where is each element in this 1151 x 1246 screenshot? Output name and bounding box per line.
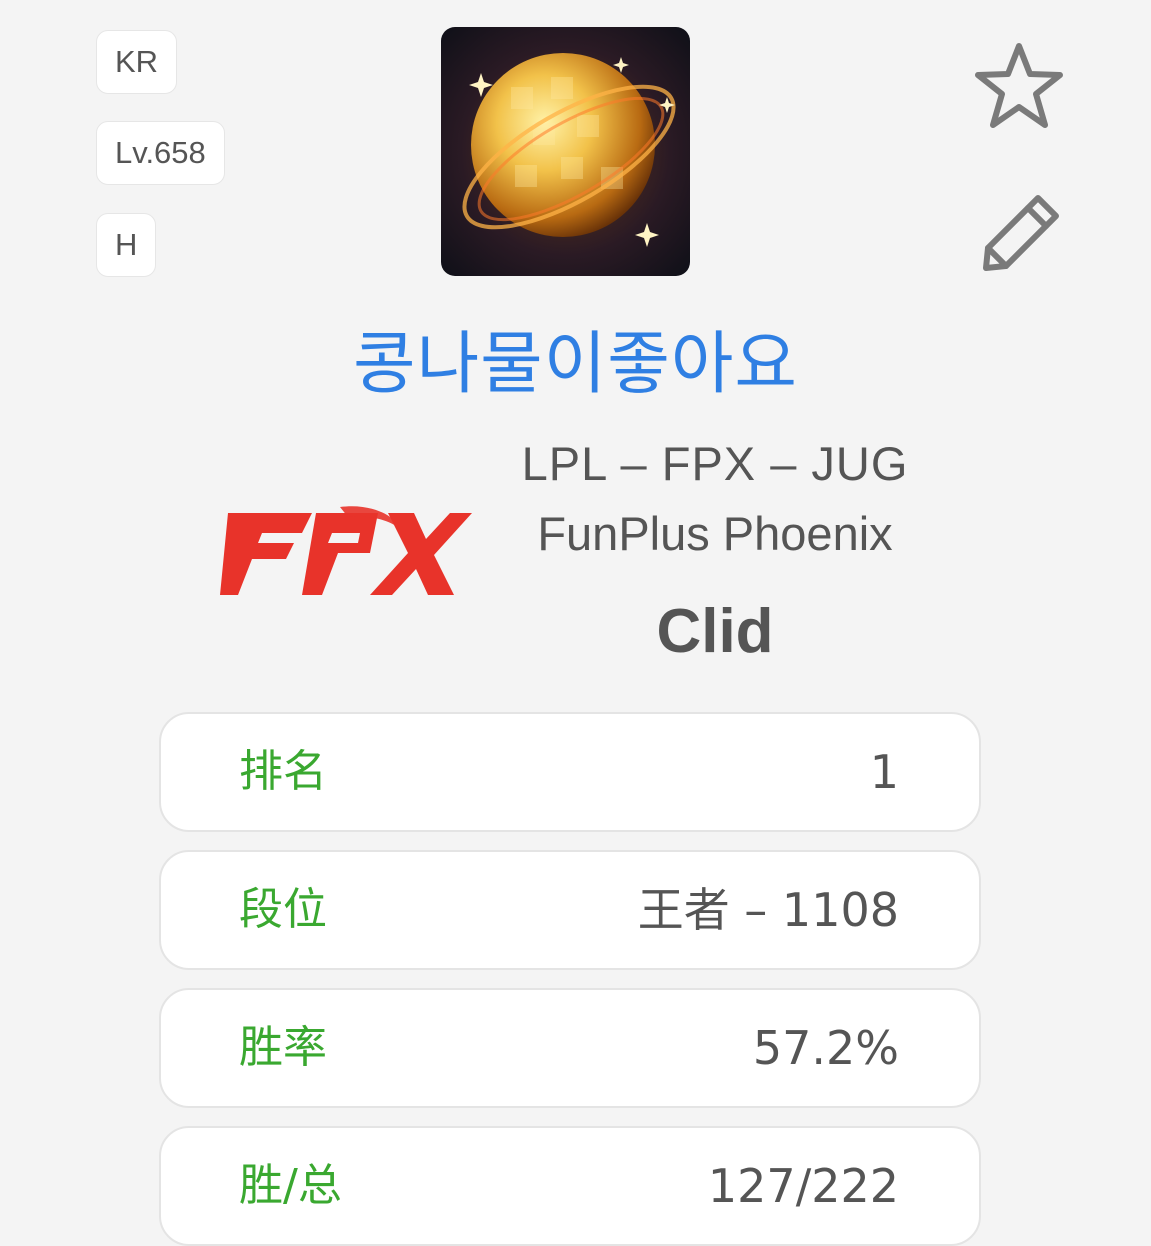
edit-button[interactable] (978, 190, 1064, 276)
stat-card-rank: 排名 1 (159, 712, 981, 832)
profile-avatar (441, 27, 690, 276)
stat-value: 王者 – 1108 (637, 883, 899, 937)
stat-card-tier: 段位 王者 – 1108 (159, 850, 981, 970)
stat-label: 胜率 (239, 1022, 327, 1073)
h-tag: H (96, 213, 157, 277)
pencil-icon (983, 195, 1059, 271)
pro-player-name: Clid (656, 597, 774, 666)
region-tag: KR (96, 30, 178, 94)
golden-orb-profile-icon (441, 27, 690, 276)
summoner-name: 콩나물이좋아요 (353, 325, 798, 404)
pro-team-name: FunPlus Phoenix (537, 507, 893, 560)
stat-value: 57.2% (752, 1021, 899, 1075)
stat-card-winrate: 胜率 57.2% (159, 988, 981, 1108)
stat-label: 胜/总 (239, 1160, 342, 1211)
stat-label: 排名 (239, 746, 327, 797)
star-icon (975, 43, 1063, 128)
stat-value: 1 (869, 745, 899, 799)
stat-label: 段位 (239, 884, 327, 935)
team-logo (220, 505, 472, 600)
level-tag: Lv.658 (96, 121, 225, 185)
favorite-button[interactable] (972, 40, 1066, 134)
pro-league-line: LPL – FPX – JUG (521, 437, 909, 490)
stat-card-wins-total: 胜/总 127/222 (159, 1126, 981, 1246)
stat-value: 127/222 (707, 1159, 899, 1213)
fpx-logo-icon (220, 506, 472, 595)
